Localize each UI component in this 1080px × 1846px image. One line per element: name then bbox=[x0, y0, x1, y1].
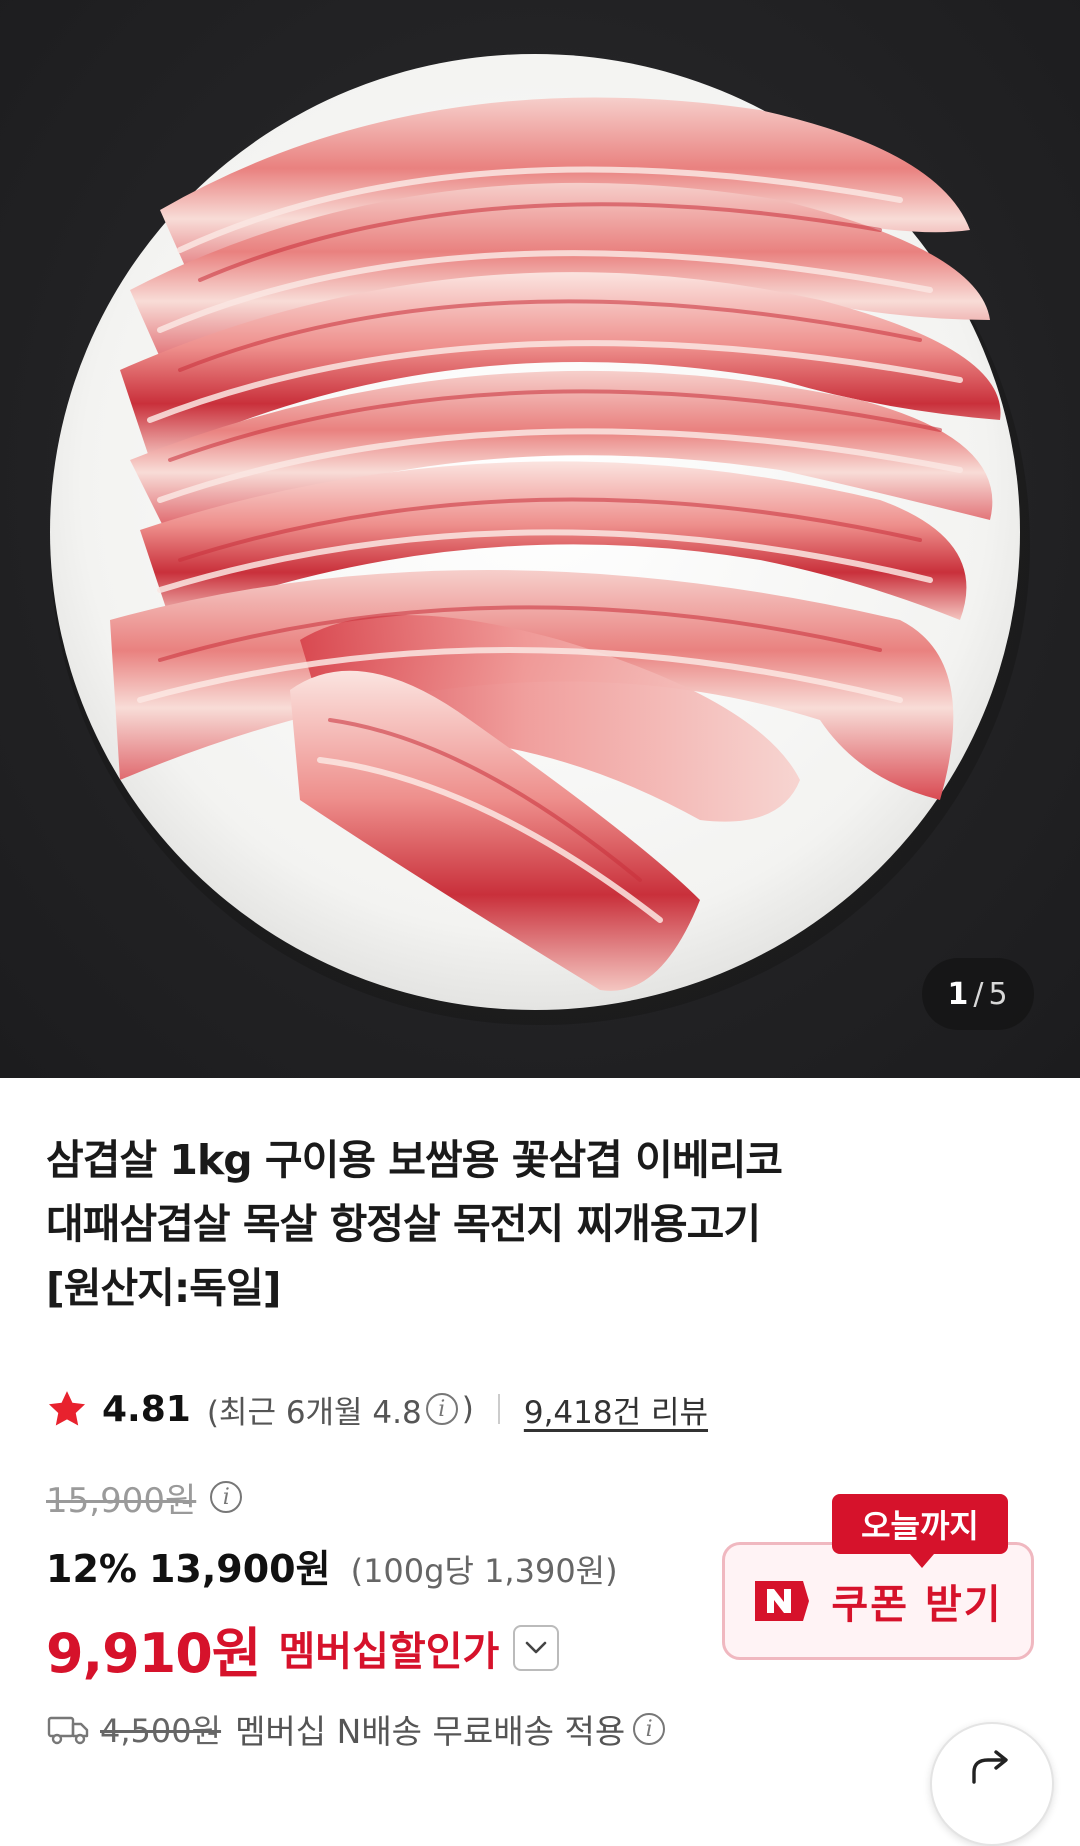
divider bbox=[497, 1394, 500, 1424]
original-price: 15,900원 bbox=[46, 1480, 197, 1521]
recent-rating-text: (최근 6개월 4.8 bbox=[206, 1394, 422, 1431]
discount-rate: 12% bbox=[46, 1547, 137, 1591]
rating-row: 4.81 (최근 6개월 4.8 i ) 9,418건 리뷰 bbox=[46, 1382, 708, 1436]
info-icon[interactable]: i bbox=[425, 1393, 458, 1425]
image-counter-current: 1 bbox=[947, 976, 970, 1012]
product-title-line: [원산지:독일] bbox=[46, 1264, 281, 1312]
info-icon[interactable]: i bbox=[633, 1713, 666, 1745]
product-image-gallery[interactable]: 1 / 5 bbox=[0, 0, 1080, 1078]
recent-rating-close: ) bbox=[461, 1391, 474, 1427]
member-price-dropdown[interactable] bbox=[513, 1625, 560, 1671]
shipping-original-fee: 4,500원 bbox=[100, 1712, 222, 1750]
product-title: 삼겹살 1kg 구이용 보쌈용 꽃삼겹 이베리코 대패삼겹살 목살 항정살 목전… bbox=[46, 1128, 946, 1320]
unit-price: (100g당 1,390원) bbox=[350, 1552, 618, 1590]
image-counter: 1 / 5 bbox=[922, 958, 1034, 1030]
member-price-label: 멤버십할인가 bbox=[278, 1629, 500, 1675]
shipping-row: 4,500원 멤버십 N배송 무료배송 적용 i bbox=[46, 1702, 669, 1756]
sale-price: 13,900원 bbox=[148, 1547, 331, 1591]
member-price: 9,910원 bbox=[46, 1621, 261, 1685]
chevron-down-icon bbox=[526, 1641, 547, 1654]
naver-n-icon bbox=[755, 1581, 810, 1621]
image-counter-total: 5 bbox=[988, 976, 1009, 1012]
image-counter-separator: / bbox=[973, 976, 985, 1012]
rating-value: 4.81 bbox=[102, 1388, 191, 1430]
product-photo bbox=[50, 54, 1030, 1025]
recent-rating: (최근 6개월 4.8 i ) bbox=[207, 1387, 474, 1432]
shipping-text: 멤버십 N배송 무료배송 적용 bbox=[235, 1712, 626, 1751]
info-icon[interactable]: i bbox=[210, 1481, 243, 1513]
coupon-deadline-tag: 오늘까지 bbox=[832, 1494, 1008, 1568]
share-icon bbox=[972, 1750, 1008, 1784]
share-button[interactable] bbox=[930, 1722, 1054, 1846]
star-icon bbox=[48, 1391, 86, 1426]
truck-icon bbox=[47, 1716, 89, 1745]
original-price-row: 15,900원 i bbox=[46, 1472, 246, 1522]
product-title-line: 삼겹살 1kg 구이용 보쌈용 꽃삼겹 이베리코 bbox=[46, 1136, 783, 1184]
coupon-button-label: 쿠폰 받기 bbox=[831, 1582, 1003, 1628]
member-price-row: 9,910원 멤버십할인가 bbox=[46, 1606, 560, 1690]
coupon-download-button[interactable]: 쿠폰 받기 bbox=[722, 1542, 1034, 1660]
sale-price-row: 12% 13,900원 (100g당 1,390원) bbox=[46, 1538, 618, 1596]
product-title-line: 대패삼겹살 목살 항정살 목전지 찌개용고기 bbox=[46, 1200, 761, 1248]
review-count-link[interactable]: 9,418건 리뷰 bbox=[524, 1387, 708, 1432]
